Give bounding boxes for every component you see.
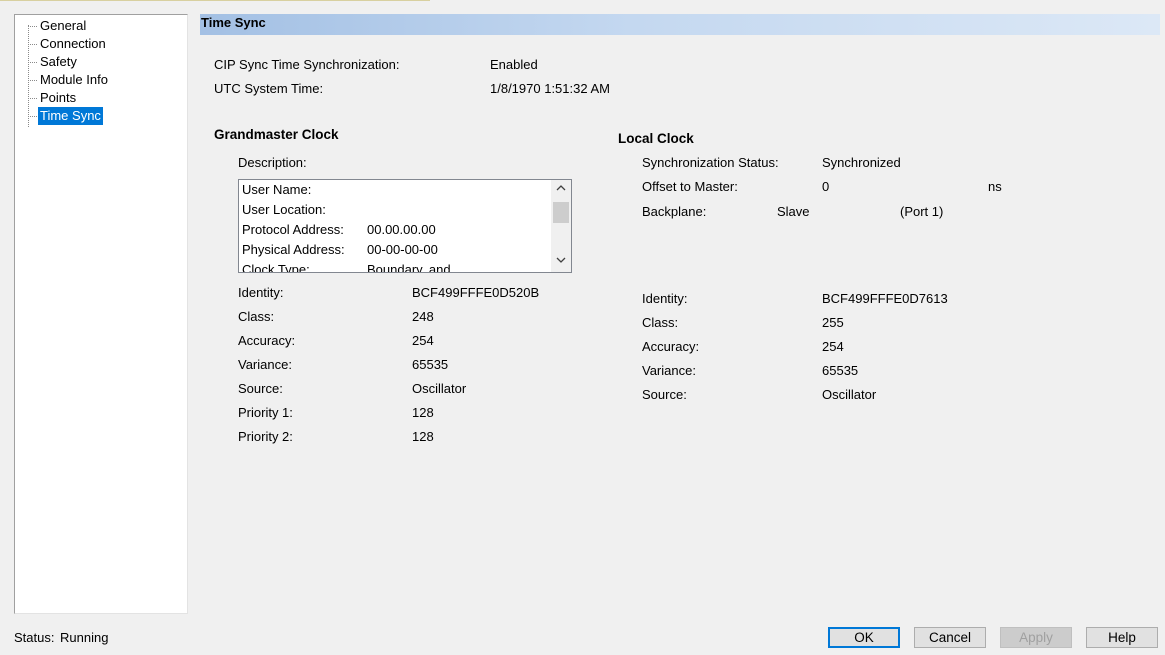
gm-priority2-label: Priority 2: [238, 429, 293, 444]
description-key: Clock Type: [242, 262, 310, 273]
section-header: Time Sync [200, 14, 1160, 35]
gm-priority2-value: 128 [412, 429, 434, 444]
description-textbox[interactable]: User Name: User Location: Protocol Addre… [238, 179, 572, 273]
tree-connector [28, 116, 37, 117]
local-source-label: Source: [642, 387, 687, 402]
backplane-value: Slave [777, 204, 810, 219]
chevron-down-icon[interactable] [551, 253, 571, 271]
description-key: Physical Address: [242, 242, 345, 257]
description-key: User Name: [242, 182, 312, 197]
local-identity-label: Identity: [642, 291, 688, 306]
scrollbar-thumb[interactable] [553, 202, 569, 223]
description-key: Protocol Address: [242, 222, 344, 237]
description-value: 00-00-00-00 [367, 242, 438, 257]
description-value: 00.00.00.00 [367, 222, 436, 237]
gm-priority1-value: 128 [412, 405, 434, 420]
local-source-value: Oscillator [822, 387, 877, 402]
utc-time-value: 1/8/1970 1:51:32 AM [490, 81, 610, 96]
tree-item-label: General [40, 18, 87, 33]
sync-status-value: Synchronized [822, 155, 901, 170]
tree-connector [28, 98, 37, 99]
help-button[interactable]: Help [1086, 627, 1158, 648]
tree-item-label: Points [40, 90, 77, 105]
description-label: Description: [238, 155, 307, 170]
local-class-value: 255 [822, 315, 844, 330]
gm-priority1-label: Priority 1: [238, 405, 293, 420]
gm-identity-label: Identity: [238, 285, 284, 300]
description-scrollbar[interactable] [551, 180, 571, 272]
backplane-port: (Port 1) [900, 204, 944, 219]
local-clock-title: Local Clock [618, 131, 694, 146]
chevron-up-icon[interactable] [551, 181, 571, 199]
offset-value: 0 [822, 179, 830, 194]
local-variance-value: 65535 [822, 363, 859, 378]
gm-class-label: Class: [238, 309, 275, 324]
gm-source-value: Oscillator [412, 381, 467, 396]
gm-accuracy-value: 254 [412, 333, 434, 348]
grandmaster-clock-title: Grandmaster Clock [214, 127, 339, 142]
gm-variance-value: 65535 [412, 357, 449, 372]
cancel-button[interactable]: Cancel [914, 627, 986, 648]
cip-sync-label: CIP Sync Time Synchronization: [214, 57, 400, 72]
tree-connector [28, 80, 37, 81]
offset-unit: ns [988, 179, 1002, 194]
window-top-edge [0, 0, 430, 1]
local-accuracy-value: 254 [822, 339, 844, 354]
tree-connector [28, 62, 37, 63]
cip-sync-value: Enabled [490, 57, 538, 72]
apply-button[interactable]: Apply [1000, 627, 1072, 648]
local-accuracy-label: Accuracy: [642, 339, 700, 354]
ok-button[interactable]: OK [828, 627, 900, 648]
offset-label: Offset to Master: [642, 179, 738, 194]
local-identity-value: BCF499FFFE0D7613 [822, 291, 948, 306]
description-key: User Location: [242, 202, 326, 217]
local-class-label: Class: [642, 315, 679, 330]
tree-connector [28, 26, 37, 27]
sync-status-label: Synchronization Status: [642, 155, 779, 170]
tree-item-label: Safety [40, 54, 77, 69]
gm-accuracy-label: Accuracy: [238, 333, 296, 348]
status-label: Status: [14, 630, 55, 645]
gm-class-value: 248 [412, 309, 434, 324]
utc-time-label: UTC System Time: [214, 81, 324, 96]
description-value: Boundary, and [367, 262, 451, 273]
gm-variance-label: Variance: [238, 357, 292, 372]
tree-connector-line [28, 25, 29, 127]
status-value: Running [60, 630, 109, 645]
backplane-label: Backplane: [642, 204, 707, 219]
page-title: Time Sync [201, 15, 266, 30]
category-tree[interactable]: General Connection Safety Module Info Po… [14, 14, 188, 614]
tree-connector [28, 44, 37, 45]
gm-source-label: Source: [238, 381, 283, 396]
local-variance-label: Variance: [642, 363, 696, 378]
tree-item-label: Module Info [40, 72, 108, 87]
tree-item-label: Time Sync [38, 107, 103, 125]
tree-item-label: Connection [40, 36, 106, 51]
gm-identity-value: BCF499FFFE0D520B [412, 285, 540, 300]
